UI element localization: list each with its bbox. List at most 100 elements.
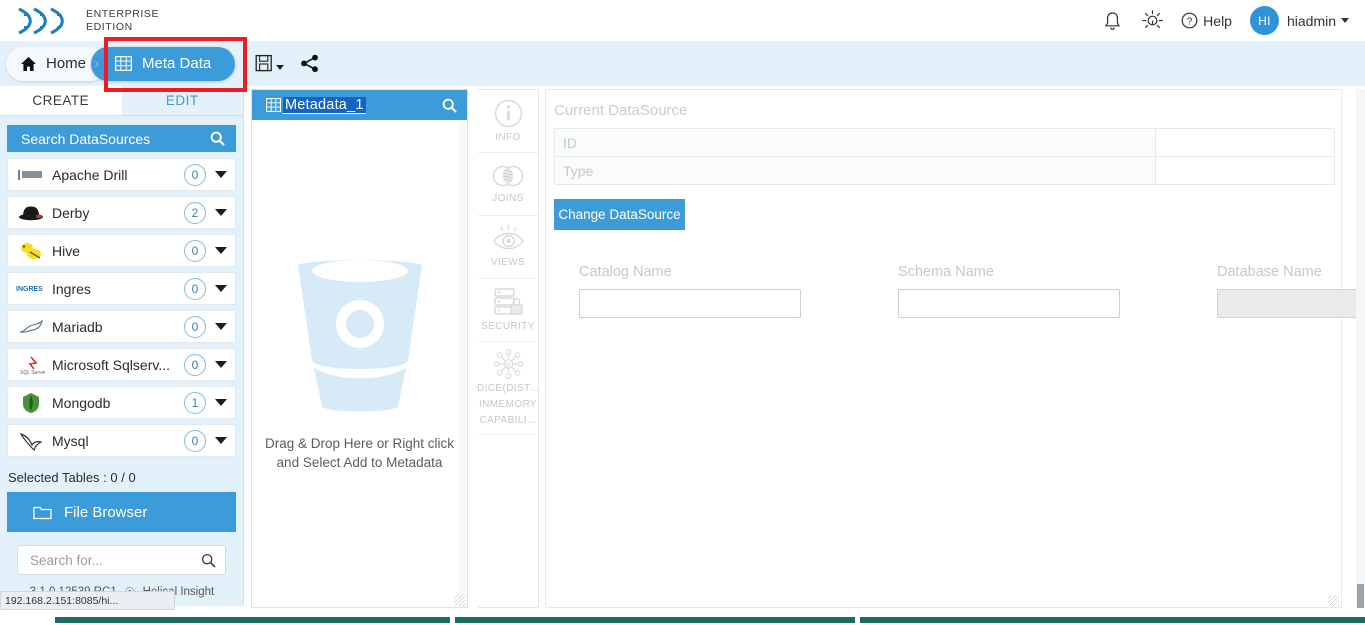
scrollbar-thumb[interactable]: [455, 617, 855, 623]
database-lock-icon: [494, 288, 523, 315]
mongodb-leaf-icon: [14, 391, 48, 415]
datasource-count: 0: [184, 277, 206, 300]
datasource-row-ingres[interactable]: INGRES Ingres 0: [7, 272, 236, 305]
vtab-info-label: INFO: [495, 131, 521, 143]
datasource-row-derby[interactable]: Derby 2: [7, 196, 236, 229]
share-button[interactable]: [300, 54, 320, 73]
user-menu[interactable]: HI hiadmin: [1249, 6, 1349, 35]
search-datasources-bar[interactable]: Search DataSources: [7, 125, 236, 152]
metadata-panel: Metadata_1 Drag & Drop Here or Right cli…: [251, 89, 468, 608]
metadata-drop-zone[interactable]: Drag & Drop Here or Right click and Sele…: [252, 120, 467, 607]
breadcrumb-meta-data-label: Meta Data: [142, 55, 212, 72]
chevron-down-icon[interactable]: [215, 247, 227, 254]
status-tooltip: 192.168.2.151:8085/hi...: [0, 591, 175, 610]
save-button[interactable]: [255, 54, 285, 73]
datasource-name: Mariadb: [52, 318, 103, 335]
drop-bucket-icon: [297, 259, 422, 411]
chevron-down-icon: [276, 64, 285, 70]
apache-drill-icon: [14, 163, 48, 187]
metadata-panel-scrollbar[interactable]: [459, 120, 466, 607]
chevron-down-icon[interactable]: [215, 437, 227, 444]
vtab-joins-label: JOINS: [492, 193, 524, 204]
drop-zone-text: Drag & Drop Here or Right click and Sele…: [254, 434, 466, 472]
chevron-down-icon[interactable]: [215, 171, 227, 178]
metadata-panel-header: Metadata_1: [252, 90, 467, 120]
search-icon[interactable]: [442, 98, 457, 113]
vtab-info[interactable]: INFO: [478, 90, 538, 153]
help-circle-icon: ?: [1181, 12, 1198, 29]
metadata-resize-handle[interactable]: [454, 595, 465, 606]
selected-tables-label: Selected Tables : 0 / 0: [8, 470, 136, 485]
page-horizontal-scrollbar[interactable]: [0, 616, 1365, 625]
svg-text:INGRES: INGRES: [16, 286, 43, 293]
metadata-section-tabs: INFO JOINS VIEWS SECURITY B DICE(DIST...…: [476, 89, 540, 608]
vtab-joins[interactable]: JOINS: [478, 153, 538, 216]
venn-joins-icon: [492, 165, 524, 187]
catalog-name-input[interactable]: [579, 289, 801, 318]
tab-create[interactable]: CREATE: [0, 86, 122, 116]
catalog-name-label: Catalog Name: [579, 264, 672, 280]
datasource-fields-row: Catalog Name Schema Name Database Name: [579, 264, 1365, 318]
page-vertical-scrollbar[interactable]: [1356, 89, 1365, 608]
database-name-group: Database Name: [1217, 264, 1365, 318]
left-sidebar: CREATE EDIT Search DataSources Apache Dr…: [0, 86, 244, 610]
brand-logo-area[interactable]: ENTERPRISE EDITION: [14, 6, 159, 36]
folder-icon: [33, 506, 52, 520]
main-panel-resize-handle[interactable]: [1328, 595, 1339, 606]
brand-line-2: EDITION: [86, 20, 133, 33]
file-browser-button[interactable]: File Browser: [7, 492, 236, 532]
share-nodes-icon: [301, 54, 319, 73]
chevron-down-icon[interactable]: [215, 361, 227, 368]
scrollbar-thumb[interactable]: [860, 617, 1365, 623]
file-browser-label: File Browser: [64, 503, 148, 521]
chevron-down-icon[interactable]: [215, 285, 227, 292]
chevron-down-icon[interactable]: [215, 323, 227, 330]
datasource-row-mongodb[interactable]: Mongodb 1: [7, 386, 236, 419]
breadcrumb-toolbar: Home › Meta Data: [0, 41, 1365, 86]
brightness-theme-icon[interactable]: [1141, 10, 1163, 32]
catalog-name-group: Catalog Name: [579, 264, 801, 318]
metadata-name-input[interactable]: Metadata_1: [283, 96, 366, 114]
save-floppy-icon: [255, 54, 273, 72]
eye-views-icon: [492, 225, 524, 250]
datasource-row-mariadb[interactable]: Mariadb 0: [7, 310, 236, 343]
vtab-dice-label-1: DICE(DIST...: [476, 383, 540, 394]
datasource-name: Apache Drill: [52, 166, 128, 183]
breadcrumb-meta-data[interactable]: Meta Data: [91, 46, 236, 81]
schema-name-input[interactable]: [898, 289, 1120, 318]
info-circle-icon: [494, 99, 522, 127]
vtab-dice-inmemory[interactable]: B DICE(DIST... INMEMORY CAPABILI...: [476, 342, 540, 435]
search-datasources-label: Search DataSources: [21, 130, 151, 147]
grid-table-icon: [115, 56, 133, 71]
vtab-security[interactable]: SECURITY: [478, 279, 538, 342]
schema-name-label: Schema Name: [898, 264, 994, 280]
change-datasource-button[interactable]: Change DataSource: [554, 199, 685, 230]
datasource-row-mysql[interactable]: Mysql 0: [7, 424, 236, 457]
vtab-security-label: SECURITY: [481, 321, 535, 332]
datasource-name: Mysql: [52, 432, 89, 449]
datasource-row-microsoft-sqlserver[interactable]: SQL Server Microsoft Sqlserv... 0: [7, 348, 236, 381]
help-label: Help: [1203, 12, 1232, 29]
metadata-title-group[interactable]: Metadata_1: [266, 96, 366, 114]
datasource-name: Hive: [52, 242, 81, 259]
datasource-count: 0: [184, 163, 206, 186]
vtab-views[interactable]: VIEWS: [478, 216, 538, 279]
network-nodes-icon: B: [493, 349, 523, 379]
datasource-row-hive[interactable]: Hive 0: [7, 234, 236, 267]
grid-table-icon: [266, 98, 281, 112]
datasource-name: Ingres: [52, 280, 91, 297]
ingres-icon: INGRES: [14, 277, 48, 301]
search-icon: [210, 131, 225, 146]
file-browser-search-input[interactable]: Search for...: [17, 545, 226, 575]
tab-edit[interactable]: EDIT: [121, 86, 243, 116]
notification-bell-icon[interactable]: [1101, 10, 1123, 32]
chevron-down-icon[interactable]: [215, 399, 227, 406]
help-button[interactable]: ? Help: [1181, 12, 1232, 29]
chevron-down-icon[interactable]: [215, 209, 227, 216]
datasource-row-apache-drill[interactable]: Apache Drill 0: [7, 158, 236, 191]
vtab-dice-label-2: INMEMORY: [478, 399, 538, 410]
scrollbar-thumb[interactable]: [55, 617, 450, 623]
scrollbar-thumb[interactable]: [1357, 584, 1364, 608]
database-name-label: Database Name: [1217, 264, 1322, 280]
dna-helix-logo: [18, 7, 64, 34]
